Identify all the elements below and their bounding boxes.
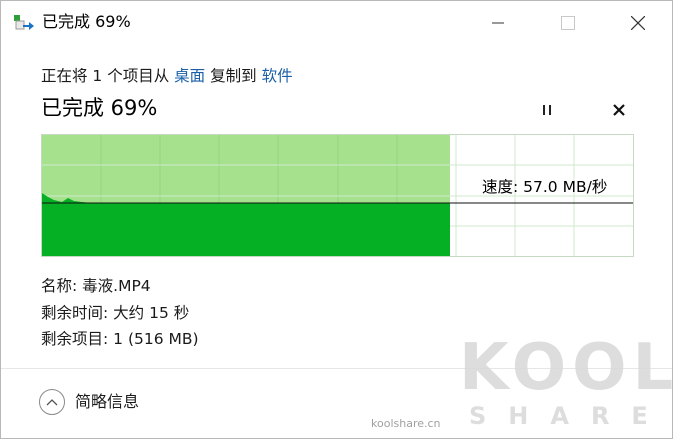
source-folder-link[interactable]: 桌面 [174,67,205,85]
footer: 简略信息 [1,369,672,438]
close-window-button[interactable] [615,1,661,45]
maximize-button [545,1,591,45]
destination-folder-link[interactable]: 软件 [262,67,293,85]
copy-desc-prefix: 正在将 1 个项目从 [41,67,170,85]
window-title: 已完成 69% [42,12,131,31]
progress-title: 已完成 69% [41,96,158,120]
pause-button[interactable] [534,97,560,123]
fewer-details-label: 简略信息 [75,392,140,411]
minimize-icon [492,22,504,24]
title-bar[interactable]: 已完成 69% [1,1,672,45]
copy-details: 名称: 毒液.MP4 剩余时间: 大约 15 秒 剩余项目: 1 (516 MB… [41,273,199,353]
cancel-copy-button[interactable] [606,97,632,123]
chevron-up-icon [39,389,65,415]
close-icon [613,104,625,116]
speed-label: 速度: 57.0 MB/秒 [482,178,608,196]
copy-files-icon [14,15,34,31]
copy-dialog-window: 已完成 69% 正在将 1 个项目从 桌面 复制到 软件 已完成 69% 速度:… [0,0,673,439]
maximize-icon [561,16,575,30]
close-icon [631,16,645,30]
copy-desc-middle: 复制到 [210,67,257,85]
pause-icon [543,105,551,115]
minimize-button[interactable] [475,1,521,45]
file-name: 名称: 毒液.MP4 [41,277,151,295]
items-remaining: 剩余项目: 1 (516 MB) [41,330,199,348]
copy-description: 正在将 1 个项目从 桌面 复制到 软件 [41,65,293,87]
fewer-details-button[interactable]: 简略信息 [39,389,139,415]
time-remaining: 剩余时间: 大约 15 秒 [41,303,190,322]
